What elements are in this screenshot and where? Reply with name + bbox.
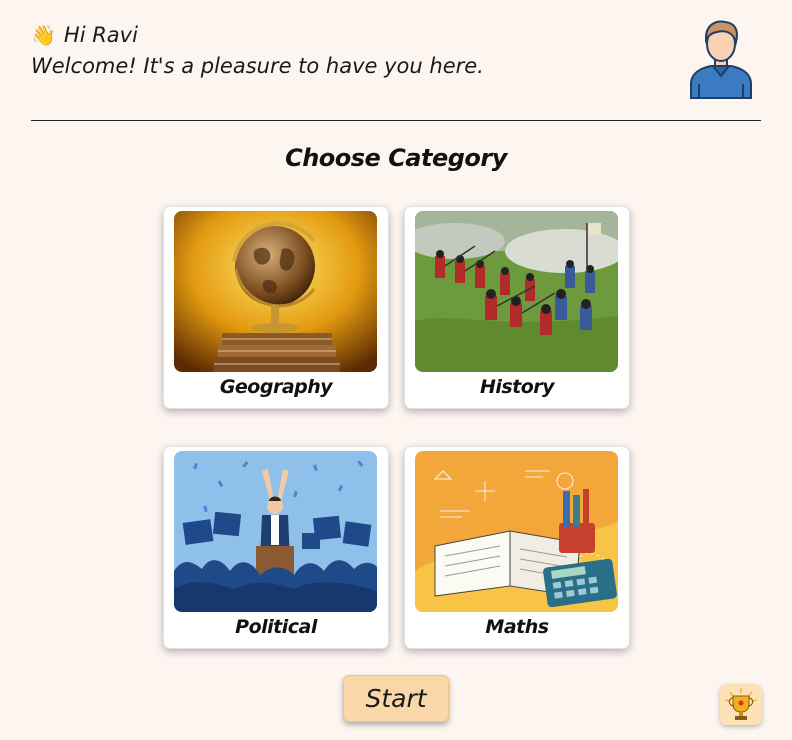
- trophy-icon[interactable]: [720, 684, 762, 725]
- header: 👋 Hi Ravi Welcome! It's a pleasure to ha…: [31, 20, 761, 121]
- category-card-maths[interactable]: Maths: [404, 446, 630, 649]
- category-label: History: [479, 376, 555, 398]
- political-image: [174, 451, 377, 612]
- start-button[interactable]: Start: [343, 675, 449, 722]
- category-card-political[interactable]: Political: [163, 446, 389, 649]
- greeting-line: 👋 Hi Ravi: [31, 20, 761, 50]
- category-card-history[interactable]: History: [404, 206, 630, 409]
- user-avatar-icon[interactable]: [687, 18, 755, 100]
- page-title: Choose Category: [285, 144, 507, 172]
- category-label: Geography: [219, 376, 333, 398]
- welcome-text: Welcome! It's a pleasure to have you her…: [31, 54, 484, 78]
- history-image: [415, 211, 618, 372]
- category-label: Political: [235, 616, 317, 638]
- category-label: Maths: [485, 616, 549, 638]
- wave-icon: 👋: [31, 23, 56, 47]
- category-card-geography[interactable]: Geography: [163, 206, 389, 409]
- geography-image: [174, 211, 377, 372]
- greeting-text: Hi Ravi: [63, 23, 138, 47]
- maths-image: [415, 451, 618, 612]
